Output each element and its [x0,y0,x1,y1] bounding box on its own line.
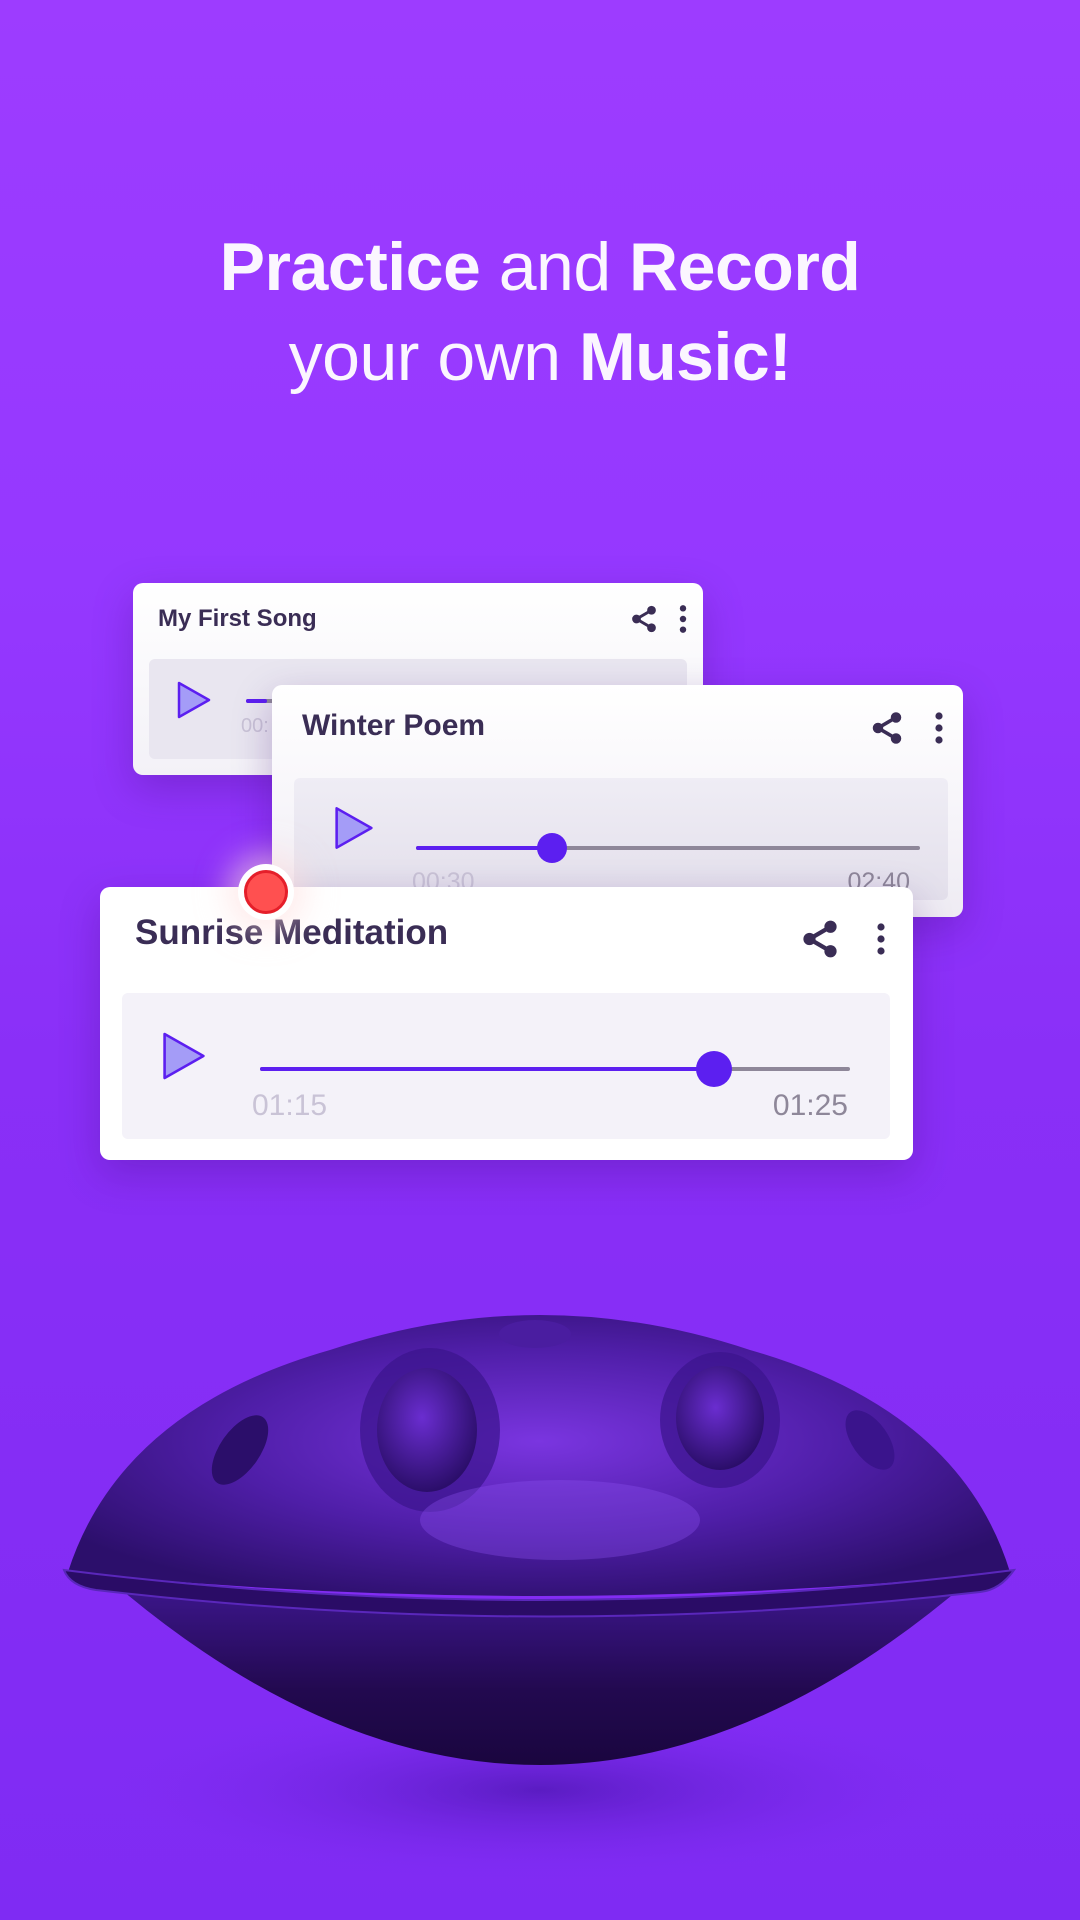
share-icon[interactable] [799,918,841,965]
elapsed-time: 00: [241,715,269,737]
total-time: 01:25 [772,1089,848,1122]
progress-knob[interactable] [537,833,568,863]
headline-word: Record [629,229,861,305]
progress-fill [260,1067,715,1071]
handpan-dimple [676,1366,764,1470]
headline-word: Music! [578,319,792,395]
recording-card[interactable]: Sunrise Meditation 01:15 01:25 [100,887,913,1160]
handpan-dimple [377,1368,477,1492]
headline-line-1: Practice and Record [0,222,1080,312]
card-actions [799,917,887,966]
handpan-ding [499,1320,571,1348]
progress-knob[interactable] [696,1051,733,1087]
progress-track[interactable] [416,833,920,863]
audio-player: 00:30 02:40 [294,778,948,900]
handpan-illustration [62,1315,1017,1880]
more-vertical-icon[interactable] [933,709,945,752]
headline-line-2: your own Music! [0,312,1080,402]
play-icon[interactable] [177,681,211,724]
progress-fill [246,699,267,703]
more-vertical-icon[interactable] [677,603,689,640]
recording-title: My First Song [158,605,317,632]
play-icon[interactable] [334,806,374,855]
elapsed-time: 01:15 [252,1089,328,1122]
play-icon[interactable] [162,1031,206,1086]
progress-fill [416,846,553,850]
headline-word: Practice [219,229,481,305]
share-icon[interactable] [869,710,905,751]
headline: Practice and Record your own Music! [0,222,1080,402]
audio-player: 01:15 01:25 [122,993,890,1139]
headline-word: your own [288,319,579,395]
recording-card[interactable]: Winter Poem 00:30 02:40 [272,685,963,917]
handpan-highlight [420,1480,700,1560]
more-vertical-icon[interactable] [875,917,887,966]
progress-track[interactable] [260,1051,850,1087]
recording-title: Winter Poem [302,709,486,742]
share-icon[interactable] [629,604,659,639]
recording-title: Sunrise Meditation [135,913,449,952]
headline-word: and [480,229,630,305]
record-dot-icon[interactable] [238,864,294,920]
card-actions [629,603,689,640]
card-actions [869,709,945,752]
